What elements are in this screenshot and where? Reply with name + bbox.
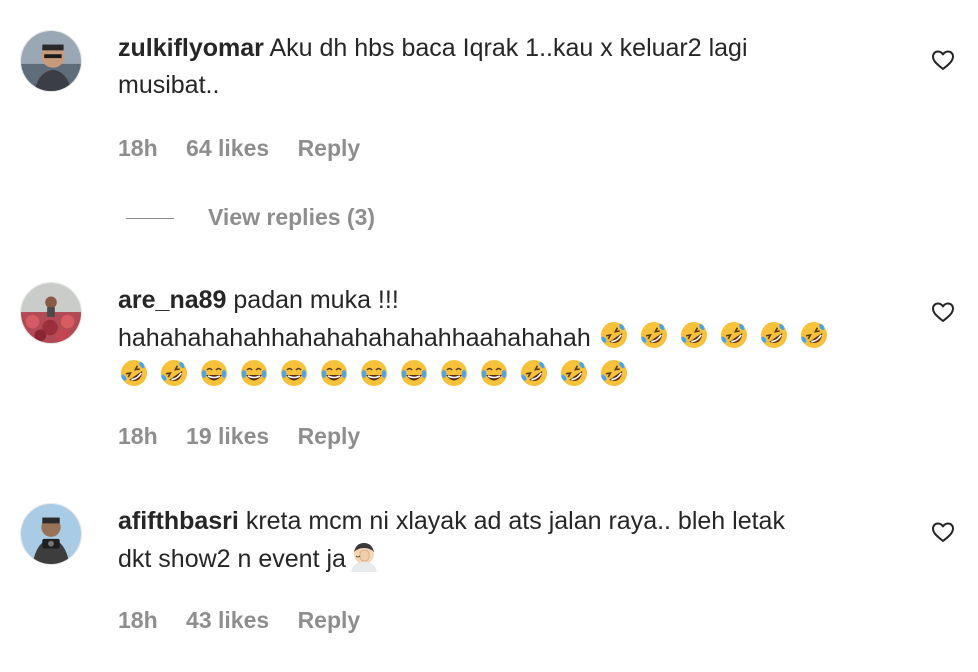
rofl-emoji-icon <box>598 319 630 351</box>
rofl-emoji-icon <box>638 319 670 351</box>
view-replies-button[interactable]: View replies (3) <box>126 204 375 231</box>
comment-emoji-line <box>118 360 638 390</box>
rofl-emoji-icon <box>718 319 750 351</box>
comment-username[interactable]: are_na89 <box>118 286 226 314</box>
comment-username[interactable]: zulkiflyomar <box>118 34 264 62</box>
comment-body: kreta mcm ni xlayak ad ats jalan raya.. … <box>245 507 785 535</box>
joy-emoji-icon <box>278 357 310 389</box>
comment-time: 18h <box>118 135 158 161</box>
rofl-emoji-icon <box>598 357 630 389</box>
view-replies-label: View replies (3) <box>208 204 376 230</box>
comment-time: 18h <box>118 423 158 449</box>
comment-body-line2: hahahahahahhahahahahahahhaahahahah <box>118 322 838 352</box>
joy-emoji-icon <box>358 357 390 389</box>
joy-emoji-icon <box>198 357 230 389</box>
divider-line <box>126 218 174 220</box>
joy-emoji-icon <box>238 357 270 389</box>
comment-body: Aku dh hbs baca Iqrak 1..kau x keluar2 l… <box>269 34 748 62</box>
facepalm-emoji-icon <box>348 540 380 572</box>
comment-body: padan muka !!! <box>233 286 399 314</box>
comment-body-line2: dkt show2 n event ja <box>118 543 388 573</box>
joy-emoji-icon <box>478 357 510 389</box>
like-heart-icon[interactable] <box>931 300 955 324</box>
avatar[interactable] <box>20 30 82 92</box>
rofl-emoji-icon <box>678 319 710 351</box>
reply-button[interactable]: Reply <box>298 135 361 161</box>
joy-emoji-icon <box>438 357 470 389</box>
like-heart-icon[interactable] <box>931 48 955 72</box>
rofl-emoji-icon <box>518 357 550 389</box>
rofl-emoji-icon <box>558 357 590 389</box>
avatar[interactable] <box>20 503 82 565</box>
comment-likes[interactable]: 43 likes <box>186 607 269 633</box>
rofl-emoji-icon <box>798 319 830 351</box>
avatar[interactable] <box>20 282 82 344</box>
joy-emoji-icon <box>398 357 430 389</box>
comment-time: 18h <box>118 607 158 633</box>
comment-username[interactable]: afifthbasri <box>118 507 239 535</box>
comment-meta: 18h 19 likes Reply <box>118 423 382 450</box>
comment-likes[interactable]: 64 likes <box>186 135 269 161</box>
comment-text: afifthbasri kreta mcm ni xlayak ad ats j… <box>118 503 878 578</box>
comment-text: zulkiflyomar Aku dh hbs baca Iqrak 1..ka… <box>118 30 878 104</box>
reply-button[interactable]: Reply <box>298 423 361 449</box>
comment-meta: 18h 43 likes Reply <box>118 607 382 634</box>
comment-meta: 18h 64 likes Reply <box>118 135 382 162</box>
rofl-emoji-icon <box>758 319 790 351</box>
reply-button[interactable]: Reply <box>298 607 361 633</box>
rofl-emoji-icon <box>118 357 150 389</box>
like-heart-icon[interactable] <box>931 520 955 544</box>
joy-emoji-icon <box>318 357 350 389</box>
comment-likes[interactable]: 19 likes <box>186 423 269 449</box>
comment-body-line2: musibat.. <box>118 71 220 99</box>
rofl-emoji-icon <box>158 357 190 389</box>
comment-text: are_na89 padan muka !!! hahahahahahhahah… <box>118 282 878 395</box>
